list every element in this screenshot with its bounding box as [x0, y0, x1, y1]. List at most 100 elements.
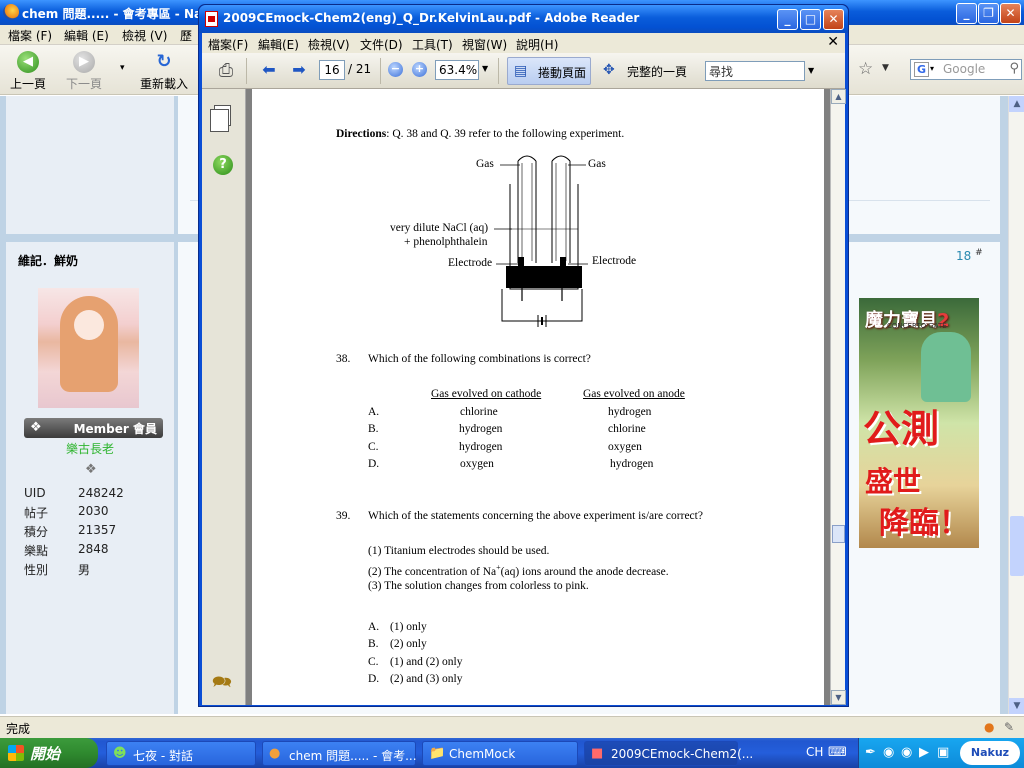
- zoom-level-input[interactable]: 63.4%: [435, 60, 479, 80]
- zoom-dropdown-icon[interactable]: ▼: [482, 64, 488, 73]
- scroll-up-icon[interactable]: ▲: [831, 89, 846, 104]
- scrolling-mode-button[interactable]: ▤ 捲動頁面: [507, 57, 591, 85]
- reader-titlebar: 2009CEmock-Chem2(eng)_Q_Dr.KelvinLau.pdf…: [199, 5, 848, 33]
- firefox-status-icon[interactable]: ●: [984, 720, 994, 734]
- menu-view[interactable]: 檢視(V): [308, 36, 350, 53]
- option-label: D.: [368, 673, 380, 685]
- task-folder[interactable]: 📁 ChemMock: [422, 741, 578, 766]
- task-label: chem 問題..... - 會考...: [289, 749, 417, 763]
- page-number-input[interactable]: 16: [319, 60, 345, 80]
- menu-window[interactable]: 視窗(W): [462, 36, 507, 53]
- search-engine-dropdown-icon[interactable]: ▾: [930, 64, 934, 73]
- statement-2: (2) The concentration of Na+(aq) ions ar…: [368, 563, 669, 578]
- pages-panel-icon[interactable]: [210, 105, 231, 132]
- scroll-down-icon[interactable]: ▼: [831, 690, 846, 705]
- forward-arrow-icon: ▶: [73, 51, 95, 73]
- menu-help[interactable]: 說明(H): [516, 36, 558, 53]
- google-icon[interactable]: G: [914, 62, 929, 77]
- statement-2-part1: (2) The concentration of Na: [368, 565, 497, 578]
- task-chat[interactable]: ☻ 七夜 - 對話: [106, 741, 256, 766]
- statement-1: (1) Titanium electrodes should be used.: [368, 545, 550, 557]
- minimize-button[interactable]: _: [956, 3, 977, 24]
- tray-app-icon[interactable]: ◉: [883, 745, 894, 760]
- statement-3: (3) The solution changes from colorless …: [368, 580, 589, 592]
- fit-page-button[interactable]: ✥ 完整的一頁: [597, 57, 691, 85]
- bookmark-dropdown-icon[interactable]: ▼: [882, 63, 889, 73]
- search-icon[interactable]: ⚲: [1009, 61, 1019, 76]
- scroll-down-icon[interactable]: ▼: [1009, 698, 1024, 714]
- scroll-page-icon: ▤: [514, 63, 528, 79]
- scrolling-mode-label: 捲動頁面: [538, 66, 587, 80]
- stat-value: 2030: [78, 504, 109, 518]
- find-box[interactable]: [705, 61, 805, 81]
- keyboard-icon[interactable]: ⌨: [828, 745, 847, 760]
- next-page-icon[interactable]: ➡: [288, 60, 310, 82]
- tray-app2-icon[interactable]: ◉: [901, 745, 912, 760]
- member-badge-label: Member 會員: [73, 422, 157, 436]
- diagram-label-solution: very dilute NaCl (aq): [390, 222, 489, 234]
- find-dropdown-icon[interactable]: ▼: [808, 66, 814, 75]
- menu-file[interactable]: 檔案 (F): [8, 27, 52, 44]
- previous-page-icon[interactable]: ⬅: [258, 60, 280, 82]
- reader-body: ? 🗪 Directions: Q. 38 and Q. 39 refer to…: [202, 89, 846, 705]
- history-dropdown-icon[interactable]: ▾: [120, 63, 125, 73]
- ad-banner[interactable]: 魔力寶貝2 CONCERTO GATE 公測 盛世 降臨！: [859, 298, 979, 548]
- menu-history[interactable]: 歷: [180, 27, 192, 44]
- task-label: ChemMock: [449, 747, 516, 761]
- question-text: Which of the following combinations is c…: [368, 353, 591, 365]
- menu-view[interactable]: 檢視 (V): [122, 27, 167, 44]
- find-input[interactable]: [706, 62, 802, 80]
- start-label: 開始: [30, 745, 61, 763]
- print-icon[interactable]: ⎙: [214, 60, 238, 82]
- diagram-label-electrode-left: Electrode: [448, 257, 493, 269]
- task-firefox[interactable]: ● chem 問題..... - 會考...: [262, 741, 417, 766]
- comments-icon[interactable]: 🗪: [212, 671, 232, 698]
- zoom-in-icon[interactable]: +: [412, 62, 427, 77]
- toolbar-separator: [246, 58, 247, 84]
- restore-button[interactable]: ❐: [978, 3, 999, 24]
- option-label: D.: [368, 458, 380, 470]
- zoom-out-icon[interactable]: −: [388, 62, 403, 77]
- tray-badge[interactable]: Nakuz: [960, 741, 1020, 765]
- reader-maximize-button[interactable]: □: [800, 9, 821, 30]
- menu-edit[interactable]: 編輯(E): [258, 36, 299, 53]
- tray-app4-icon[interactable]: ▣: [937, 745, 949, 760]
- reload-button[interactable]: ↻ 重新載入: [138, 49, 190, 93]
- stat-value: 248242: [78, 486, 124, 500]
- back-arrow-icon: ◀: [17, 51, 39, 73]
- reader-close-button[interactable]: ✕: [823, 9, 844, 30]
- close-document-icon[interactable]: ✕: [827, 34, 839, 50]
- menu-file[interactable]: 檔案(F): [208, 36, 248, 53]
- directions-bold: Directions: [336, 128, 387, 140]
- menu-tools[interactable]: 工具(T): [412, 36, 453, 53]
- adobe-reader-window: 2009CEmock-Chem2(eng)_Q_Dr.KelvinLau.pdf…: [198, 4, 849, 707]
- diagram-label-indicator: + phenolphthalein: [404, 236, 488, 248]
- task-adobe-reader[interactable]: ■ 2009CEmock-Chem2(...: [584, 741, 753, 766]
- scrollbar-thumb[interactable]: [832, 525, 845, 543]
- author-name[interactable]: 維記．鮮奶: [18, 252, 78, 269]
- firefox-scrollbar[interactable]: ▲ ▼: [1008, 96, 1024, 714]
- reader-minimize-button[interactable]: _: [777, 9, 798, 30]
- addon-icon[interactable]: ✎: [1004, 720, 1014, 734]
- menu-edit[interactable]: 編輯 (E): [64, 27, 109, 44]
- help-icon[interactable]: ?: [213, 155, 233, 175]
- diagram-label-electrode-right: Electrode: [592, 255, 637, 267]
- start-button[interactable]: 開始: [0, 738, 98, 768]
- close-button[interactable]: ✕: [1000, 3, 1021, 24]
- back-button[interactable]: ◀ 上一頁: [4, 49, 52, 93]
- ime-indicator[interactable]: CH: [806, 745, 823, 759]
- pen-icon[interactable]: ✒: [865, 745, 876, 760]
- scroll-up-icon[interactable]: ▲: [1009, 96, 1024, 112]
- scrollbar-thumb[interactable]: [1010, 516, 1024, 576]
- tray-app3-icon[interactable]: ▶: [919, 745, 929, 760]
- reader-scrollbar[interactable]: ▲ ▼: [830, 89, 846, 705]
- avatar[interactable]: [38, 288, 139, 408]
- forward-button[interactable]: ▶ 下一頁: [60, 49, 108, 93]
- back-label: 上一頁: [9, 77, 46, 91]
- post-number[interactable]: 18 #: [956, 248, 983, 263]
- windows-logo-icon: [8, 745, 24, 761]
- option-label: C.: [368, 441, 379, 453]
- google-search-box[interactable]: G ▾ Google ⚲: [910, 59, 1022, 80]
- bookmark-star-icon[interactable]: ☆: [858, 59, 873, 79]
- menu-document[interactable]: 文件(D): [360, 36, 403, 53]
